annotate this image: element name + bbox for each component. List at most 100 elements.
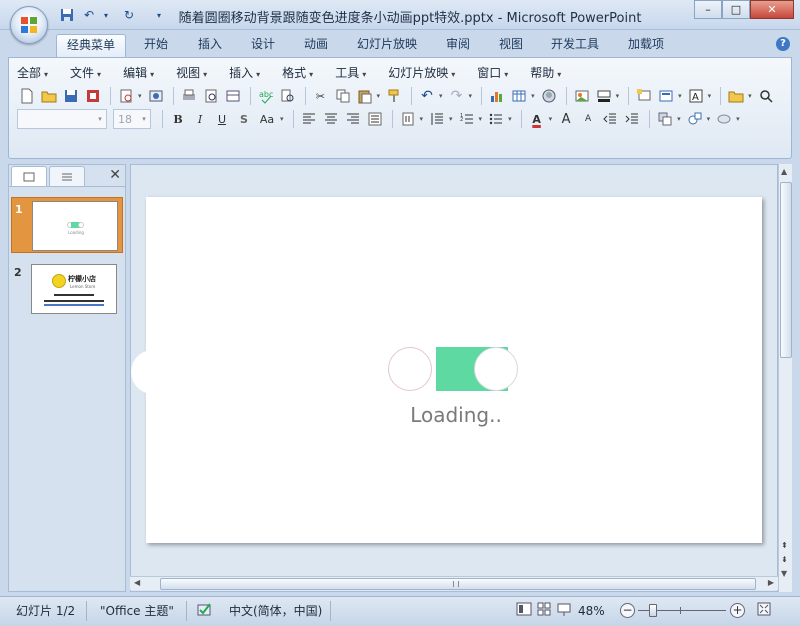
dropdown-arrow-icon[interactable]: ▾ [678, 92, 682, 100]
grow-font-button[interactable]: A [556, 109, 576, 129]
zoom-level[interactable]: 48% [578, 601, 605, 621]
shapes-icon[interactable] [685, 109, 705, 129]
save-icon[interactable] [61, 86, 81, 106]
paste-icon[interactable] [355, 86, 375, 106]
attach-icon[interactable] [146, 86, 166, 106]
tab-addins[interactable]: 加载项 [618, 34, 674, 57]
vertical-scroll-thumb[interactable] [780, 182, 792, 358]
table-icon[interactable] [509, 86, 529, 106]
textbox-icon[interactable]: A [686, 86, 706, 106]
tab-animation[interactable]: 动画 [294, 34, 338, 57]
minimize-button[interactable]: – [694, 0, 722, 19]
font-color-button[interactable]: A [527, 109, 547, 129]
menu-tools[interactable]: 工具 ▾ [335, 64, 366, 82]
zoom-slider[interactable]: − + [620, 603, 746, 619]
loader-circle-left[interactable] [388, 347, 432, 391]
outline-tab[interactable] [49, 166, 85, 186]
shape-fill-icon[interactable] [714, 109, 734, 129]
tab-design[interactable]: 设计 [241, 34, 285, 57]
slideshow-view-icon[interactable] [556, 601, 572, 621]
picture-icon[interactable] [572, 86, 592, 106]
permission-icon[interactable] [83, 86, 103, 106]
dropdown-arrow-icon[interactable]: ▾ [616, 92, 620, 100]
cut-icon[interactable]: ✂ [311, 86, 331, 106]
new-document-icon[interactable] [17, 86, 37, 106]
help-icon[interactable]: ? [776, 37, 790, 51]
dropdown-arrow-icon[interactable]: ▾ [549, 115, 553, 123]
shadow-button[interactable]: S [234, 109, 254, 129]
clipart-icon[interactable] [539, 86, 559, 106]
scroll-right-icon[interactable]: ▶ [768, 578, 774, 587]
dropdown-arrow-icon[interactable]: ▾ [138, 92, 142, 100]
print-icon[interactable] [179, 86, 199, 106]
vertical-scrollbar[interactable]: ▲ ⇞ ⇟ ▼ [778, 164, 792, 592]
spelling-icon[interactable]: abc [256, 86, 276, 106]
align-right-icon[interactable] [343, 109, 363, 129]
dropdown-arrow-icon[interactable]: ▾ [531, 92, 535, 100]
tab-home[interactable]: 开始 [134, 34, 178, 57]
horizontal-scrollbar[interactable]: ◀ ▶ [130, 576, 778, 590]
numbered-list-icon[interactable]: 12 [457, 109, 477, 129]
print-preview-icon[interactable] [116, 86, 136, 106]
zoom-in-icon[interactable]: + [730, 603, 745, 618]
maximize-button[interactable]: □ [722, 0, 750, 19]
chart-icon[interactable] [487, 86, 507, 106]
redo-icon[interactable]: ↷ [447, 86, 467, 106]
scroll-down-icon[interactable]: ▼ [781, 569, 787, 578]
open-folder-icon[interactable] [39, 86, 59, 106]
menu-file[interactable]: 文件 ▾ [70, 64, 101, 82]
slide-thumbnail-1[interactable]: 1 Loading [11, 197, 123, 253]
tab-developer[interactable]: 开发工具 [541, 34, 609, 57]
undo-icon[interactable]: ↶ [417, 86, 437, 106]
tab-review[interactable]: 审阅 [436, 34, 480, 57]
loading-text[interactable]: Loading.. [386, 403, 526, 427]
copy-icon[interactable] [333, 86, 353, 106]
fit-to-window-icon[interactable] [756, 601, 772, 621]
menu-help[interactable]: 帮助 ▾ [530, 64, 561, 82]
dropdown-arrow-icon[interactable]: ▾ [439, 92, 443, 100]
zoom-thumb[interactable] [649, 604, 657, 617]
menu-view[interactable]: 视图 ▾ [176, 64, 207, 82]
dropdown-arrow-icon[interactable]: ▾ [469, 92, 473, 100]
menu-slideshow[interactable]: 幻灯片放映 ▾ [388, 64, 455, 82]
slide-layout-icon[interactable] [656, 86, 676, 106]
next-slide-icon[interactable]: ⇟ [781, 556, 788, 564]
text-direction-icon[interactable] [398, 109, 418, 129]
dropdown-arrow-icon[interactable]: ▾ [708, 92, 712, 100]
format-painter-icon[interactable] [384, 86, 404, 106]
dropdown-arrow-icon[interactable]: ▾ [508, 115, 512, 123]
horizontal-scroll-thumb[interactable] [160, 578, 756, 590]
dropdown-arrow-icon[interactable]: ▾ [707, 115, 711, 123]
folder-icon[interactable] [726, 86, 746, 106]
language[interactable]: 中文(简体，中国) [229, 601, 322, 621]
dropdown-arrow-icon[interactable]: ▾ [736, 115, 740, 123]
increase-indent-icon[interactable] [622, 109, 642, 129]
dropdown-arrow-icon[interactable]: ▾ [677, 115, 681, 123]
find-icon[interactable] [756, 86, 776, 106]
font-size-combo[interactable]: 18 ▾ [113, 109, 151, 129]
close-button[interactable]: ✕ [750, 0, 794, 19]
menu-window[interactable]: 窗口 ▾ [477, 64, 508, 82]
scroll-up-icon[interactable]: ▲ [781, 167, 787, 176]
underline-button[interactable]: U [212, 109, 232, 129]
menu-all[interactable]: 全部 ▾ [17, 64, 48, 82]
panel-close-icon[interactable]: ✕ [109, 167, 121, 183]
spellcheck-icon[interactable] [196, 601, 214, 621]
bold-button[interactable]: B [168, 109, 188, 129]
change-case-button[interactable]: Aa [256, 109, 278, 129]
slide-thumbnail-2[interactable]: 2 柠檬小店 Lemon Store [11, 261, 123, 317]
normal-view-icon[interactable] [516, 601, 532, 621]
dropdown-arrow-icon[interactable]: ▾ [420, 115, 424, 123]
arrange-icon[interactable] [655, 109, 675, 129]
loader-circle-right[interactable] [474, 347, 518, 391]
menu-insert[interactable]: 插入 ▾ [229, 64, 260, 82]
dropdown-arrow-icon[interactable]: ▾ [377, 92, 381, 100]
font-name-combo[interactable]: ▾ [17, 109, 107, 129]
zoom-out-icon[interactable]: − [620, 603, 635, 618]
tab-view[interactable]: 视图 [489, 34, 533, 57]
bullet-list-icon[interactable] [486, 109, 506, 129]
dropdown-arrow-icon[interactable]: ▾ [280, 115, 284, 123]
line-spacing-icon[interactable] [427, 109, 447, 129]
fill-color-icon[interactable] [594, 86, 614, 106]
italic-button[interactable]: I [190, 109, 210, 129]
